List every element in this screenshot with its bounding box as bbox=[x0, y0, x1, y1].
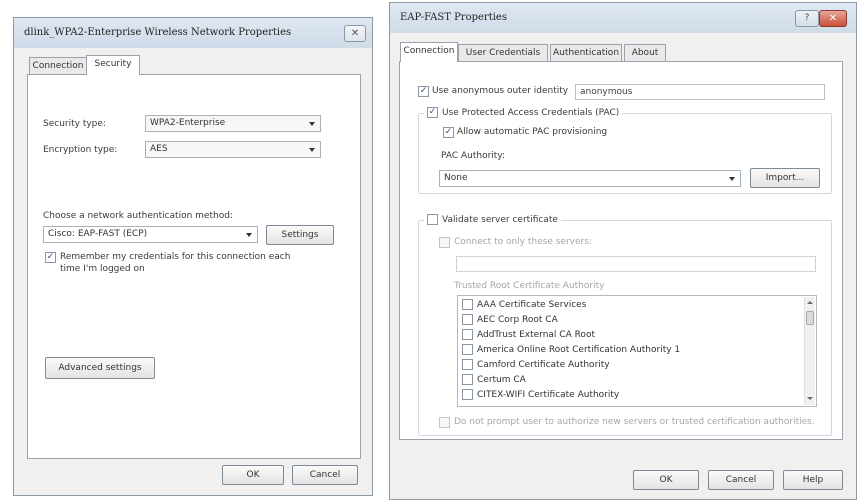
chevron-down-icon bbox=[729, 177, 735, 181]
list-scrollbar[interactable] bbox=[804, 297, 815, 405]
remember-credentials-label-line2: time I'm logged on bbox=[60, 264, 145, 274]
eap-fast-properties-window: EAP-FAST Properties ? ✕ Connection User … bbox=[389, 2, 857, 500]
scroll-up-arrow-icon[interactable] bbox=[805, 298, 815, 308]
certificate-checkbox[interactable] bbox=[462, 359, 473, 370]
title-bar[interactable]: dlink_WPA2-Enterprise Wireless Network P… bbox=[14, 18, 372, 48]
cancel-button[interactable]: Cancel bbox=[292, 465, 358, 485]
allow-auto-pac-checkbox[interactable]: ✓ bbox=[443, 127, 454, 138]
do-not-prompt-label: Do not prompt user to authorize new serv… bbox=[454, 417, 815, 427]
validate-cert-label: Validate server certificate bbox=[442, 215, 558, 225]
connect-only-checkbox[interactable] bbox=[439, 237, 450, 248]
tab-connection[interactable]: Connection bbox=[400, 42, 458, 62]
cancel-button[interactable]: Cancel bbox=[708, 470, 774, 490]
anonymous-identity-input[interactable]: anonymous bbox=[575, 84, 825, 100]
auth-method-value: Cisco: EAP-FAST (ECP) bbox=[48, 229, 148, 239]
certificate-name: AddTrust External CA Root bbox=[477, 330, 595, 340]
certificate-name: America Online Root Certification Author… bbox=[477, 345, 681, 355]
help-button[interactable]: Help bbox=[783, 470, 843, 490]
connect-only-label: Connect to only these servers: bbox=[454, 237, 592, 247]
window-title: dlink_WPA2-Enterprise Wireless Network P… bbox=[24, 27, 292, 38]
chevron-down-icon bbox=[309, 122, 315, 126]
use-anonymous-checkbox[interactable]: ✓ bbox=[418, 86, 429, 97]
validate-cert-groupbox: Connect to only these servers: Trusted R… bbox=[418, 220, 832, 436]
encryption-type-value: AES bbox=[150, 144, 168, 154]
certificate-checkbox[interactable] bbox=[462, 374, 473, 385]
servers-input[interactable] bbox=[456, 256, 816, 272]
remember-credentials-checkbox[interactable]: ✓ bbox=[45, 252, 56, 263]
list-item[interactable]: AAA Certificate Services bbox=[462, 299, 586, 312]
security-type-label: Security type: bbox=[43, 119, 106, 129]
do-not-prompt-checkbox[interactable] bbox=[439, 417, 450, 428]
auth-method-dropdown[interactable]: Cisco: EAP-FAST (ECP) bbox=[43, 226, 258, 243]
remember-credentials-label-line1: Remember my credentials for this connect… bbox=[60, 252, 291, 262]
certificate-checkbox[interactable] bbox=[462, 329, 473, 340]
auth-method-label: Choose a network authentication method: bbox=[43, 211, 233, 221]
certificate-name: AAA Certificate Services bbox=[477, 300, 587, 310]
settings-button[interactable]: Settings bbox=[266, 225, 334, 245]
wireless-network-properties-window: dlink_WPA2-Enterprise Wireless Network P… bbox=[13, 17, 373, 496]
certificate-name: Camford Certificate Authority bbox=[477, 360, 610, 370]
scrollbar-thumb[interactable] bbox=[806, 311, 814, 325]
title-bar[interactable]: EAP-FAST Properties ? ✕ bbox=[390, 3, 856, 33]
close-icon[interactable]: ✕ bbox=[344, 25, 366, 42]
security-type-dropdown[interactable]: WPA2-Enterprise bbox=[145, 115, 321, 132]
encryption-type-dropdown[interactable]: AES bbox=[145, 141, 321, 158]
certificate-checkbox[interactable] bbox=[462, 299, 473, 310]
window-title: EAP-FAST Properties bbox=[400, 12, 507, 23]
pac-groupbox-header: ✓ Use Protected Access Credentials (PAC) bbox=[424, 107, 623, 118]
tab-authentication[interactable]: Authentication bbox=[550, 44, 622, 62]
certificate-name: AEC Corp Root CA bbox=[477, 315, 558, 325]
security-type-value: WPA2-Enterprise bbox=[150, 118, 226, 128]
allow-auto-pac-label: Allow automatic PAC provisioning bbox=[457, 127, 608, 137]
use-pac-label: Use Protected Access Credentials (PAC) bbox=[442, 108, 620, 118]
encryption-type-label: Encryption type: bbox=[43, 145, 118, 155]
help-icon[interactable]: ? bbox=[795, 10, 819, 27]
pac-authority-dropdown[interactable]: None bbox=[439, 170, 741, 187]
tab-user-credentials[interactable]: User Credentials bbox=[458, 44, 548, 62]
connection-tab-panel: ✓ Use anonymous outer identity anonymous… bbox=[399, 61, 843, 440]
list-item[interactable]: Certum CA bbox=[462, 374, 526, 387]
trusted-root-ca-list[interactable]: AAA Certificate Services AEC Corp Root C… bbox=[457, 295, 817, 407]
chevron-down-icon bbox=[246, 233, 252, 237]
import-button[interactable]: Import... bbox=[750, 168, 820, 188]
list-item[interactable]: Camford Certificate Authority bbox=[462, 359, 610, 372]
list-item[interactable]: AddTrust External CA Root bbox=[462, 329, 595, 342]
ok-button[interactable]: OK bbox=[633, 470, 699, 490]
tab-about[interactable]: About bbox=[624, 44, 666, 62]
advanced-settings-button[interactable]: Advanced settings bbox=[45, 357, 155, 379]
scroll-down-arrow-icon[interactable] bbox=[805, 394, 815, 404]
trusted-root-label: Trusted Root Certificate Authority bbox=[454, 281, 605, 291]
validate-cert-groupbox-header: Validate server certificate bbox=[424, 214, 561, 225]
tab-security[interactable]: Security bbox=[86, 55, 140, 75]
security-tab-panel: Security type: WPA2-Enterprise Encryptio… bbox=[27, 74, 361, 459]
use-pac-checkbox[interactable]: ✓ bbox=[427, 107, 438, 118]
use-anonymous-label: Use anonymous outer identity bbox=[432, 86, 569, 96]
certificate-name: CITEX-WIFI Certificate Authority bbox=[477, 390, 620, 400]
validate-cert-checkbox[interactable] bbox=[427, 214, 438, 225]
certificate-checkbox[interactable] bbox=[462, 314, 473, 325]
list-item[interactable]: America Online Root Certification Author… bbox=[462, 344, 680, 357]
chevron-down-icon bbox=[309, 148, 315, 152]
certificate-name: Certum CA bbox=[477, 375, 526, 385]
ok-button[interactable]: OK bbox=[222, 465, 284, 485]
certificate-checkbox[interactable] bbox=[462, 389, 473, 400]
list-item[interactable]: AEC Corp Root CA bbox=[462, 314, 558, 327]
list-item[interactable]: CITEX-WIFI Certificate Authority bbox=[462, 389, 619, 402]
pac-authority-value: None bbox=[444, 173, 468, 183]
close-icon[interactable]: ✕ bbox=[819, 10, 847, 27]
certificate-checkbox[interactable] bbox=[462, 344, 473, 355]
pac-groupbox: ✓ Allow automatic PAC provisioning PAC A… bbox=[418, 113, 832, 194]
pac-authority-label: PAC Authority: bbox=[441, 151, 506, 161]
tab-connection[interactable]: Connection bbox=[29, 57, 87, 75]
